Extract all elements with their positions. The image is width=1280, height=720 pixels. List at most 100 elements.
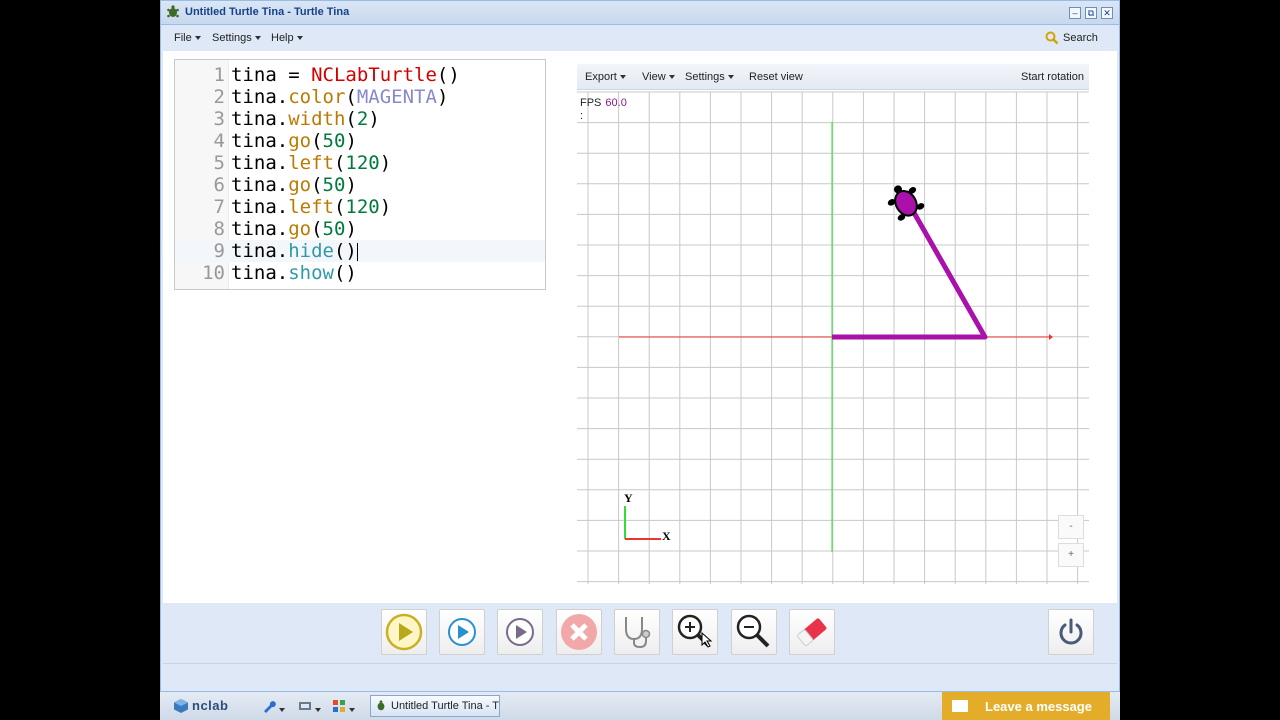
code-token: tina.: [231, 86, 289, 108]
nclab-logo[interactable]: nclab: [192, 698, 228, 713]
status-bar: [163, 663, 1117, 689]
taskbar-task-label: Untitled Turtle Tina - Tu: [391, 700, 500, 712]
code-token: 2: [356, 108, 369, 130]
play-slow-button[interactable]: [497, 609, 543, 655]
nclab-cube-icon: [174, 699, 188, 713]
code-line[interactable]: 7 tina.left(120): [175, 196, 545, 218]
bottom-toolbar: [163, 603, 1117, 661]
eraser-icon: [797, 618, 827, 647]
line-number: 6: [213, 174, 225, 196]
workspace: 1 tina = NCLabTurtle() 2 tina.color(MAGENTA…: [163, 51, 1117, 603]
code-token: 50: [322, 174, 346, 196]
taskbar-tool-wrench[interactable]: [262, 699, 285, 716]
fps-value: 60.0: [605, 97, 627, 109]
code-text: tina.show(): [231, 262, 357, 284]
code-token: tina.: [231, 240, 289, 262]
fps-label: FPS: [580, 97, 602, 109]
minimize-button[interactable]: –: [1069, 7, 1081, 19]
taskbar-tool-windows[interactable]: [332, 699, 355, 716]
code-token: (: [311, 218, 323, 240]
zoom-in-button[interactable]: [672, 609, 718, 655]
code-token: MAGENTA: [356, 86, 437, 108]
start-rotation-button[interactable]: Start rotation: [1021, 71, 1084, 83]
line-number: 1: [213, 64, 225, 86]
stop-button[interactable]: [556, 609, 602, 655]
code-token: (: [345, 86, 357, 108]
menu-settings[interactable]: Settings: [212, 32, 261, 44]
export-menu[interactable]: Export: [585, 71, 626, 83]
code-line[interactable]: 8 tina.go(50): [175, 218, 545, 240]
menu-settings-label: Settings: [212, 32, 252, 44]
code-line[interactable]: 2 tina.color(MAGENTA): [175, 86, 545, 108]
chevron-down-icon: [349, 708, 355, 713]
search-button[interactable]: Search: [1045, 31, 1098, 45]
viewer-zoom-out-button[interactable]: -: [1058, 515, 1084, 539]
code-token: (: [333, 196, 346, 218]
code-token: ): [379, 196, 392, 218]
line-number: 5: [213, 152, 225, 174]
code-line[interactable]: 4 tina.go(50): [175, 130, 545, 152]
viewer-settings-label: Settings: [685, 71, 725, 83]
taskbar-task-turtle-tina[interactable]: Untitled Turtle Tina - Tu: [370, 695, 500, 717]
axis-indicator: Y X: [624, 491, 671, 543]
code-token: tina.: [231, 130, 289, 152]
taskbar-tool-apps[interactable]: [298, 699, 321, 716]
code-line[interactable]: 10 tina.show(): [175, 262, 545, 284]
code-token: color: [288, 86, 346, 108]
code-token: ): [345, 130, 357, 152]
code-token: left: [288, 196, 334, 218]
code-line[interactable]: 9 tina.hide(): [175, 240, 545, 262]
code-token: ): [345, 218, 357, 240]
code-editor[interactable]: 1 tina = NCLabTurtle() 2 tina.color(MAGENTA…: [174, 59, 546, 290]
code-token: ): [345, 174, 357, 196]
zoom-in-icon: [677, 614, 713, 648]
code-text: tina.left(120): [231, 152, 391, 174]
turtle-icon: [887, 185, 925, 221]
wrench-icon: [264, 701, 276, 713]
code-token: (: [311, 130, 323, 152]
close-button[interactable]: ✕: [1101, 7, 1113, 19]
leave-message-button[interactable]: Leave a message: [942, 692, 1110, 720]
view-menu[interactable]: View: [642, 71, 675, 83]
restore-button[interactable]: ⧉: [1085, 7, 1097, 19]
reset-view-button[interactable]: Reset view: [749, 71, 803, 83]
code-token: ): [436, 86, 449, 108]
code-line[interactable]: 1 tina = NCLabTurtle(): [175, 64, 545, 86]
line-number: 10: [202, 262, 225, 284]
text-cursor: [356, 242, 358, 261]
chevron-down-icon: [194, 36, 201, 41]
eraser-button[interactable]: [789, 609, 835, 655]
code-line[interactable]: 5 tina.left(120): [175, 152, 545, 174]
turtle-viewer[interactable]: Y X Export View Settings Reset view Star…: [577, 64, 1089, 584]
code-token: tina.: [231, 196, 289, 218]
code-text: tina.color(MAGENTA): [231, 86, 448, 108]
step-icon: [448, 618, 476, 646]
run-icon: [385, 613, 423, 651]
code-token: (: [311, 174, 323, 196]
title-bar[interactable]: Untitled Turtle Tina - Turtle Tina – ⧉ ✕: [161, 1, 1119, 25]
stop-icon: [561, 614, 597, 650]
viewer-settings-menu[interactable]: Settings: [685, 71, 734, 83]
code-line[interactable]: 3 tina.width(2): [175, 108, 545, 130]
code-token: tina =: [231, 64, 312, 86]
menu-file[interactable]: File: [174, 32, 201, 44]
code-token: tina.: [231, 218, 289, 240]
menu-help[interactable]: Help: [271, 32, 303, 44]
chevron-down-icon: [296, 36, 303, 41]
chevron-down-icon: [727, 75, 734, 80]
power-button[interactable]: [1048, 609, 1094, 655]
menu-bar: File Settings Help Search: [161, 26, 1119, 51]
turtle-app-icon: [167, 5, 179, 18]
debug-button[interactable]: [614, 609, 660, 655]
step-button[interactable]: [439, 609, 485, 655]
chevron-down-icon: [254, 36, 261, 41]
zoom-out-button[interactable]: [731, 609, 777, 655]
viewer-zoom-in-button[interactable]: +: [1058, 543, 1084, 567]
drawing-canvas[interactable]: Y X: [577, 64, 1089, 584]
code-token: tina.: [231, 108, 289, 130]
run-button[interactable]: [381, 609, 427, 655]
code-text: tina.go(50): [231, 130, 357, 152]
code-token: 120: [345, 196, 380, 218]
code-token: 120: [345, 152, 380, 174]
code-line[interactable]: 6 tina.go(50): [175, 174, 545, 196]
